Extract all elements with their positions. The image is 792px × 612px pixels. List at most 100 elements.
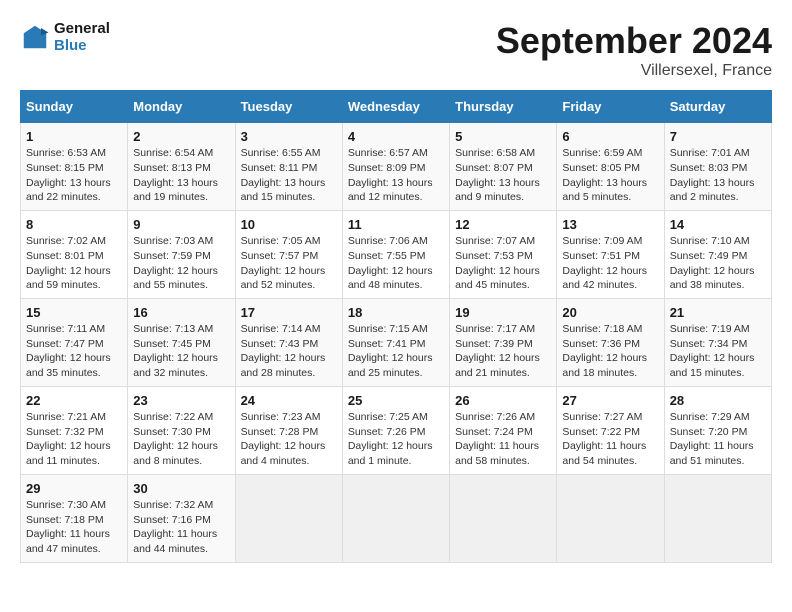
day-number: 12 — [455, 216, 551, 234]
day-info: Sunrise: 7:30 AMSunset: 7:18 PMDaylight:… — [26, 498, 122, 557]
day-info: Sunrise: 7:11 AMSunset: 7:47 PMDaylight:… — [26, 322, 122, 381]
calendar-cell: 5Sunrise: 6:58 AMSunset: 8:07 PMDaylight… — [450, 123, 557, 211]
day-info: Sunrise: 7:19 AMSunset: 7:34 PMDaylight:… — [670, 322, 766, 381]
day-number: 22 — [26, 392, 122, 410]
day-number: 20 — [562, 304, 658, 322]
day-number: 7 — [670, 128, 766, 146]
calendar-week-row: 1Sunrise: 6:53 AMSunset: 8:15 PMDaylight… — [21, 123, 772, 211]
calendar-cell: 2Sunrise: 6:54 AMSunset: 8:13 PMDaylight… — [128, 123, 235, 211]
calendar-cell: 26Sunrise: 7:26 AMSunset: 7:24 PMDayligh… — [450, 386, 557, 474]
calendar-cell: 13Sunrise: 7:09 AMSunset: 7:51 PMDayligh… — [557, 210, 664, 298]
day-number: 17 — [241, 304, 337, 322]
day-info: Sunrise: 6:59 AMSunset: 8:05 PMDaylight:… — [562, 146, 658, 205]
calendar-cell: 27Sunrise: 7:27 AMSunset: 7:22 PMDayligh… — [557, 386, 664, 474]
day-info: Sunrise: 7:17 AMSunset: 7:39 PMDaylight:… — [455, 322, 551, 381]
col-wednesday: Wednesday — [342, 91, 449, 123]
location: Villersexel, France — [496, 62, 772, 80]
calendar-cell: 15Sunrise: 7:11 AMSunset: 7:47 PMDayligh… — [21, 298, 128, 386]
calendar-cell — [450, 474, 557, 562]
day-number: 16 — [133, 304, 229, 322]
calendar-table: Sunday Monday Tuesday Wednesday Thursday… — [20, 90, 772, 563]
day-number: 27 — [562, 392, 658, 410]
day-info: Sunrise: 6:55 AMSunset: 8:11 PMDaylight:… — [241, 146, 337, 205]
day-info: Sunrise: 6:58 AMSunset: 8:07 PMDaylight:… — [455, 146, 551, 205]
day-info: Sunrise: 7:25 AMSunset: 7:26 PMDaylight:… — [348, 410, 444, 469]
day-info: Sunrise: 7:23 AMSunset: 7:28 PMDaylight:… — [241, 410, 337, 469]
col-sunday: Sunday — [21, 91, 128, 123]
day-number: 15 — [26, 304, 122, 322]
calendar-cell: 24Sunrise: 7:23 AMSunset: 7:28 PMDayligh… — [235, 386, 342, 474]
day-number: 18 — [348, 304, 444, 322]
day-info: Sunrise: 7:06 AMSunset: 7:55 PMDaylight:… — [348, 234, 444, 293]
day-info: Sunrise: 7:29 AMSunset: 7:20 PMDaylight:… — [670, 410, 766, 469]
calendar-cell: 25Sunrise: 7:25 AMSunset: 7:26 PMDayligh… — [342, 386, 449, 474]
day-number: 28 — [670, 392, 766, 410]
page-header: General Blue September 2024 Villersexel,… — [20, 20, 772, 80]
day-number: 4 — [348, 128, 444, 146]
day-number: 11 — [348, 216, 444, 234]
day-number: 26 — [455, 392, 551, 410]
col-friday: Friday — [557, 91, 664, 123]
col-saturday: Saturday — [664, 91, 771, 123]
day-number: 24 — [241, 392, 337, 410]
day-number: 2 — [133, 128, 229, 146]
calendar-cell: 8Sunrise: 7:02 AMSunset: 8:01 PMDaylight… — [21, 210, 128, 298]
day-info: Sunrise: 7:05 AMSunset: 7:57 PMDaylight:… — [241, 234, 337, 293]
day-info: Sunrise: 7:32 AMSunset: 7:16 PMDaylight:… — [133, 498, 229, 557]
calendar-cell: 11Sunrise: 7:06 AMSunset: 7:55 PMDayligh… — [342, 210, 449, 298]
col-monday: Monday — [128, 91, 235, 123]
calendar-cell: 7Sunrise: 7:01 AMSunset: 8:03 PMDaylight… — [664, 123, 771, 211]
calendar-cell: 1Sunrise: 6:53 AMSunset: 8:15 PMDaylight… — [21, 123, 128, 211]
day-info: Sunrise: 7:14 AMSunset: 7:43 PMDaylight:… — [241, 322, 337, 381]
col-thursday: Thursday — [450, 91, 557, 123]
logo-icon — [20, 22, 50, 52]
calendar-cell: 16Sunrise: 7:13 AMSunset: 7:45 PMDayligh… — [128, 298, 235, 386]
day-number: 1 — [26, 128, 122, 146]
calendar-cell — [664, 474, 771, 562]
col-tuesday: Tuesday — [235, 91, 342, 123]
day-number: 30 — [133, 480, 229, 498]
calendar-cell: 30Sunrise: 7:32 AMSunset: 7:16 PMDayligh… — [128, 474, 235, 562]
calendar-cell: 17Sunrise: 7:14 AMSunset: 7:43 PMDayligh… — [235, 298, 342, 386]
day-info: Sunrise: 7:21 AMSunset: 7:32 PMDaylight:… — [26, 410, 122, 469]
day-number: 8 — [26, 216, 122, 234]
logo-text-blue: Blue — [54, 37, 110, 54]
calendar-cell: 29Sunrise: 7:30 AMSunset: 7:18 PMDayligh… — [21, 474, 128, 562]
calendar-cell — [557, 474, 664, 562]
day-info: Sunrise: 6:57 AMSunset: 8:09 PMDaylight:… — [348, 146, 444, 205]
calendar-week-row: 8Sunrise: 7:02 AMSunset: 8:01 PMDaylight… — [21, 210, 772, 298]
calendar-cell: 18Sunrise: 7:15 AMSunset: 7:41 PMDayligh… — [342, 298, 449, 386]
day-info: Sunrise: 7:27 AMSunset: 7:22 PMDaylight:… — [562, 410, 658, 469]
day-number: 13 — [562, 216, 658, 234]
day-info: Sunrise: 7:13 AMSunset: 7:45 PMDaylight:… — [133, 322, 229, 381]
calendar-cell — [342, 474, 449, 562]
day-number: 19 — [455, 304, 551, 322]
calendar-cell: 20Sunrise: 7:18 AMSunset: 7:36 PMDayligh… — [557, 298, 664, 386]
calendar-week-row: 22Sunrise: 7:21 AMSunset: 7:32 PMDayligh… — [21, 386, 772, 474]
day-number: 10 — [241, 216, 337, 234]
month-title: September 2024 — [496, 20, 772, 62]
logo: General Blue — [20, 20, 110, 54]
day-info: Sunrise: 6:53 AMSunset: 8:15 PMDaylight:… — [26, 146, 122, 205]
day-info: Sunrise: 7:03 AMSunset: 7:59 PMDaylight:… — [133, 234, 229, 293]
title-section: September 2024 Villersexel, France — [496, 20, 772, 80]
day-info: Sunrise: 7:26 AMSunset: 7:24 PMDaylight:… — [455, 410, 551, 469]
day-info: Sunrise: 7:07 AMSunset: 7:53 PMDaylight:… — [455, 234, 551, 293]
day-number: 5 — [455, 128, 551, 146]
day-info: Sunrise: 7:09 AMSunset: 7:51 PMDaylight:… — [562, 234, 658, 293]
day-number: 29 — [26, 480, 122, 498]
day-info: Sunrise: 7:15 AMSunset: 7:41 PMDaylight:… — [348, 322, 444, 381]
calendar-cell: 4Sunrise: 6:57 AMSunset: 8:09 PMDaylight… — [342, 123, 449, 211]
day-info: Sunrise: 7:02 AMSunset: 8:01 PMDaylight:… — [26, 234, 122, 293]
day-number: 3 — [241, 128, 337, 146]
calendar-cell: 9Sunrise: 7:03 AMSunset: 7:59 PMDaylight… — [128, 210, 235, 298]
calendar-cell — [235, 474, 342, 562]
day-number: 6 — [562, 128, 658, 146]
day-number: 25 — [348, 392, 444, 410]
calendar-cell: 6Sunrise: 6:59 AMSunset: 8:05 PMDaylight… — [557, 123, 664, 211]
day-info: Sunrise: 7:22 AMSunset: 7:30 PMDaylight:… — [133, 410, 229, 469]
day-info: Sunrise: 7:18 AMSunset: 7:36 PMDaylight:… — [562, 322, 658, 381]
day-number: 9 — [133, 216, 229, 234]
calendar-cell: 22Sunrise: 7:21 AMSunset: 7:32 PMDayligh… — [21, 386, 128, 474]
calendar-week-row: 29Sunrise: 7:30 AMSunset: 7:18 PMDayligh… — [21, 474, 772, 562]
